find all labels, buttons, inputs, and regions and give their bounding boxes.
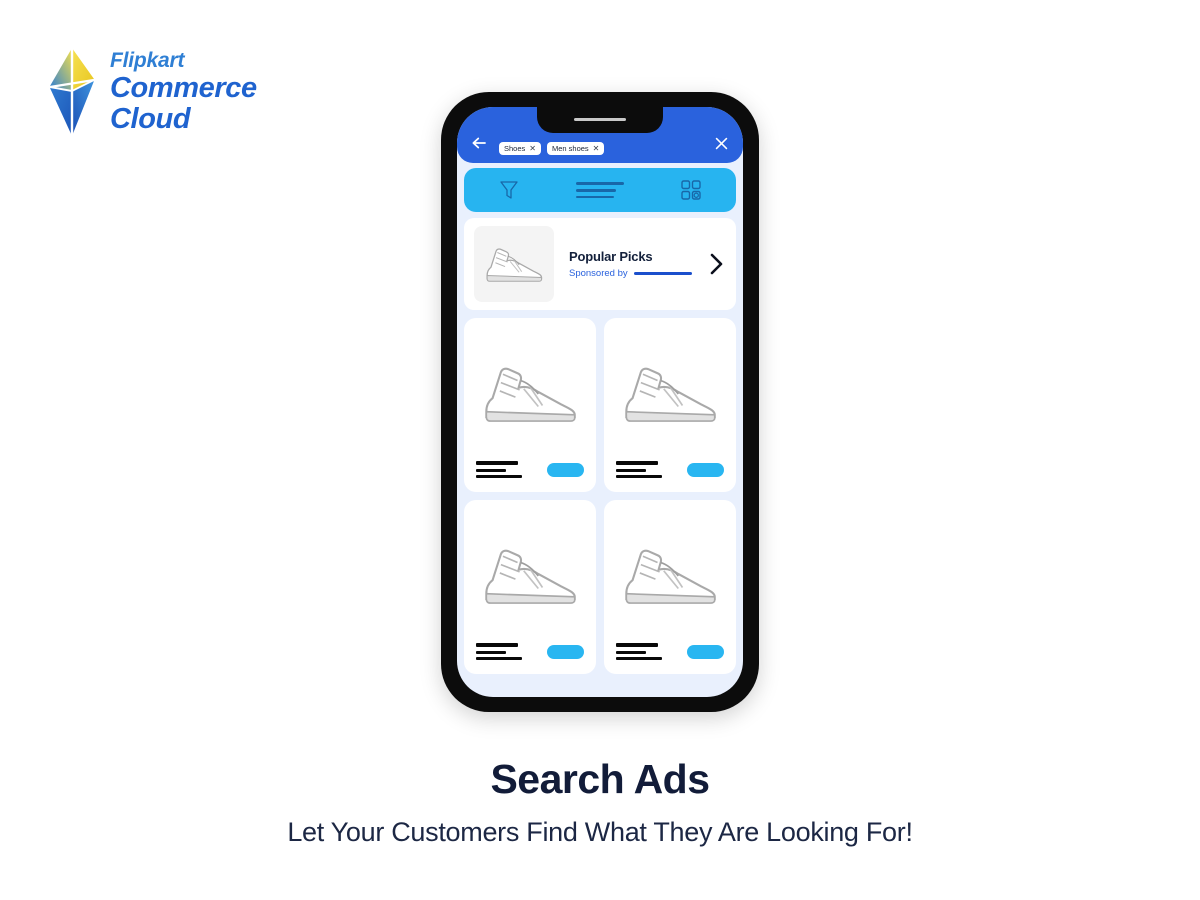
phone-screen: Shoes ✕ Men shoes ✕ Popular Picks Sponso… [457, 107, 743, 697]
product-meta [464, 643, 596, 674]
sort-lines-icon [576, 182, 624, 198]
page-title: Search Ads [490, 756, 710, 802]
product-cta-button[interactable] [687, 644, 724, 659]
filter-chip-men-shoes[interactable]: Men shoes ✕ [546, 142, 605, 155]
sneaker-product-icon [625, 549, 716, 604]
product-card[interactable] [464, 318, 596, 492]
chip-remove-icon[interactable]: ✕ [529, 144, 536, 153]
product-card[interactable] [604, 318, 736, 492]
product-image [464, 324, 596, 461]
sponsored-label: Sponsored by [569, 268, 628, 279]
product-image [604, 506, 736, 643]
product-text-placeholder [616, 461, 662, 478]
filter-funnel-icon [500, 181, 518, 199]
sneaker-product-icon [485, 549, 576, 604]
sneaker-thumbnail-icon [486, 248, 543, 282]
product-cta-button[interactable] [687, 462, 724, 477]
brand-line-commerce: Commerce [110, 72, 257, 104]
brand-wordmark: Flipkart Commerce Cloud [110, 50, 257, 134]
sneaker-product-icon [625, 367, 716, 422]
footer-text-block: Search Ads Let Your Customers Find What … [0, 756, 1200, 848]
speaker-grille-icon [574, 118, 626, 121]
chip-label: Men shoes [551, 144, 589, 153]
sponsored-promo-card[interactable]: Popular Picks Sponsored by [464, 218, 736, 310]
brand-logo: Flipkart Commerce Cloud [48, 46, 257, 138]
product-meta [604, 643, 736, 674]
chevron-right-icon[interactable] [708, 252, 726, 276]
chip-remove-icon[interactable]: ✕ [593, 144, 600, 153]
sponsor-name-placeholder-bar [633, 272, 692, 275]
product-meta [604, 461, 736, 492]
close-icon[interactable] [713, 135, 730, 152]
brand-line-cloud: Cloud [110, 103, 191, 135]
filter-button[interactable] [464, 168, 555, 212]
diamond-kite-logo-icon [49, 48, 95, 136]
grid-view-button[interactable] [645, 168, 736, 212]
product-card[interactable] [604, 500, 736, 674]
back-arrow-icon[interactable] [470, 134, 488, 152]
product-cta-button[interactable] [547, 462, 584, 477]
page-subtitle: Let Your Customers Find What They Are Lo… [287, 817, 913, 847]
brand-line-flipkart: Flipkart [110, 49, 185, 72]
sponsored-row: Sponsored by [569, 268, 708, 279]
filter-sort-toolbar [464, 168, 736, 212]
promo-text-block: Popular Picks Sponsored by [554, 249, 708, 279]
product-meta [464, 461, 596, 492]
product-card[interactable] [464, 500, 596, 674]
sneaker-product-icon [485, 367, 576, 422]
grid-view-icon [680, 180, 701, 200]
product-grid [464, 318, 736, 674]
phone-mockup: Shoes ✕ Men shoes ✕ Popular Picks Sponso… [441, 92, 759, 712]
chip-label: Shoes [504, 144, 526, 153]
product-image [604, 324, 736, 461]
promo-thumbnail [474, 226, 554, 302]
product-text-placeholder [476, 643, 522, 660]
filter-chip-shoes[interactable]: Shoes ✕ [499, 142, 541, 155]
search-results-content: Popular Picks Sponsored by [457, 218, 743, 674]
product-text-placeholder [616, 643, 662, 660]
search-filter-chips: Shoes ✕ Men shoes ✕ [499, 142, 713, 155]
sort-button[interactable] [555, 168, 646, 212]
promo-title: Popular Picks [569, 249, 653, 264]
product-image [464, 506, 596, 643]
product-cta-button[interactable] [547, 644, 584, 659]
product-text-placeholder [476, 461, 522, 478]
